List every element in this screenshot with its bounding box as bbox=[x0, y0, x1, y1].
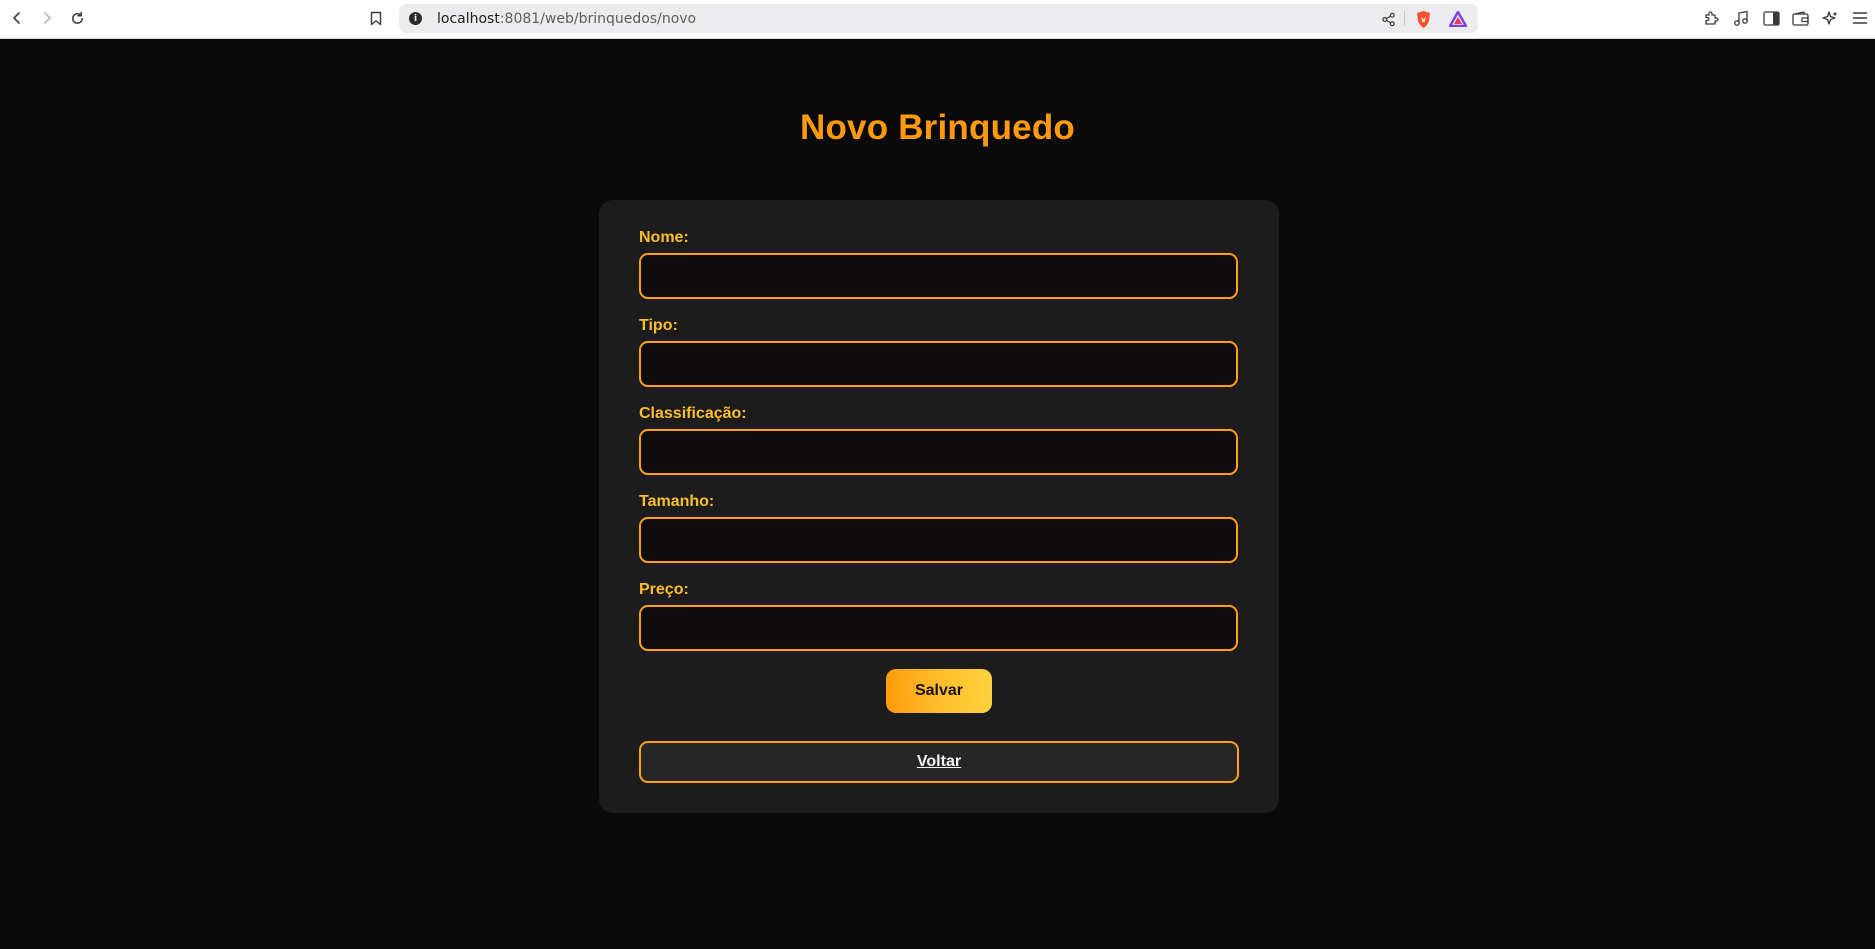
brave-shields-icon[interactable] bbox=[1413, 9, 1433, 29]
tamanho-input[interactable] bbox=[639, 517, 1238, 563]
url-separator bbox=[1404, 11, 1405, 26]
classificacao-input[interactable] bbox=[639, 429, 1238, 475]
toy-form: Nome: Tipo: Classificação: Tamanho: Preç… bbox=[599, 200, 1279, 813]
brave-rewards-icon[interactable] bbox=[1448, 9, 1468, 29]
page-content: Novo Brinquedo Nome: Tipo: Classificação… bbox=[0, 40, 1875, 949]
url-path: :8081/web/brinquedos/novo bbox=[499, 11, 697, 27]
leo-ai-icon[interactable] bbox=[1819, 7, 1841, 29]
wallet-icon[interactable] bbox=[1789, 7, 1811, 29]
browser-toolbar: i localhost:8081/web/brinquedos/novo bbox=[0, 0, 1875, 39]
tamanho-label: Tamanho: bbox=[639, 493, 715, 510]
url-host: localhost bbox=[437, 11, 500, 27]
preco-label: Preço: bbox=[639, 581, 689, 598]
nome-input[interactable] bbox=[639, 253, 1238, 299]
reload-icon[interactable] bbox=[65, 6, 89, 30]
site-info-icon[interactable]: i bbox=[409, 12, 422, 25]
back-button[interactable]: Voltar bbox=[639, 741, 1239, 783]
tipo-label: Tipo: bbox=[639, 317, 678, 334]
share-icon[interactable] bbox=[1378, 9, 1398, 29]
sidebar-icon[interactable] bbox=[1760, 7, 1782, 29]
media-icon[interactable] bbox=[1730, 7, 1752, 29]
page-title: Novo Brinquedo bbox=[799, 108, 1075, 147]
classificacao-label: Classificação: bbox=[639, 405, 747, 422]
bookmark-icon[interactable] bbox=[364, 6, 388, 30]
preco-input[interactable] bbox=[639, 605, 1238, 651]
nome-label: Nome: bbox=[639, 229, 689, 246]
extensions-icon[interactable] bbox=[1700, 7, 1722, 29]
tipo-input[interactable] bbox=[639, 341, 1238, 387]
address-bar[interactable]: i localhost:8081/web/brinquedos/novo bbox=[399, 4, 1478, 33]
menu-icon[interactable] bbox=[1849, 7, 1871, 29]
save-button[interactable]: Salvar bbox=[886, 669, 992, 713]
back-arrow-icon[interactable] bbox=[5, 6, 29, 30]
url-text[interactable]: localhost:8081/web/brinquedos/novo bbox=[437, 11, 696, 27]
forward-arrow-icon[interactable] bbox=[35, 6, 59, 30]
